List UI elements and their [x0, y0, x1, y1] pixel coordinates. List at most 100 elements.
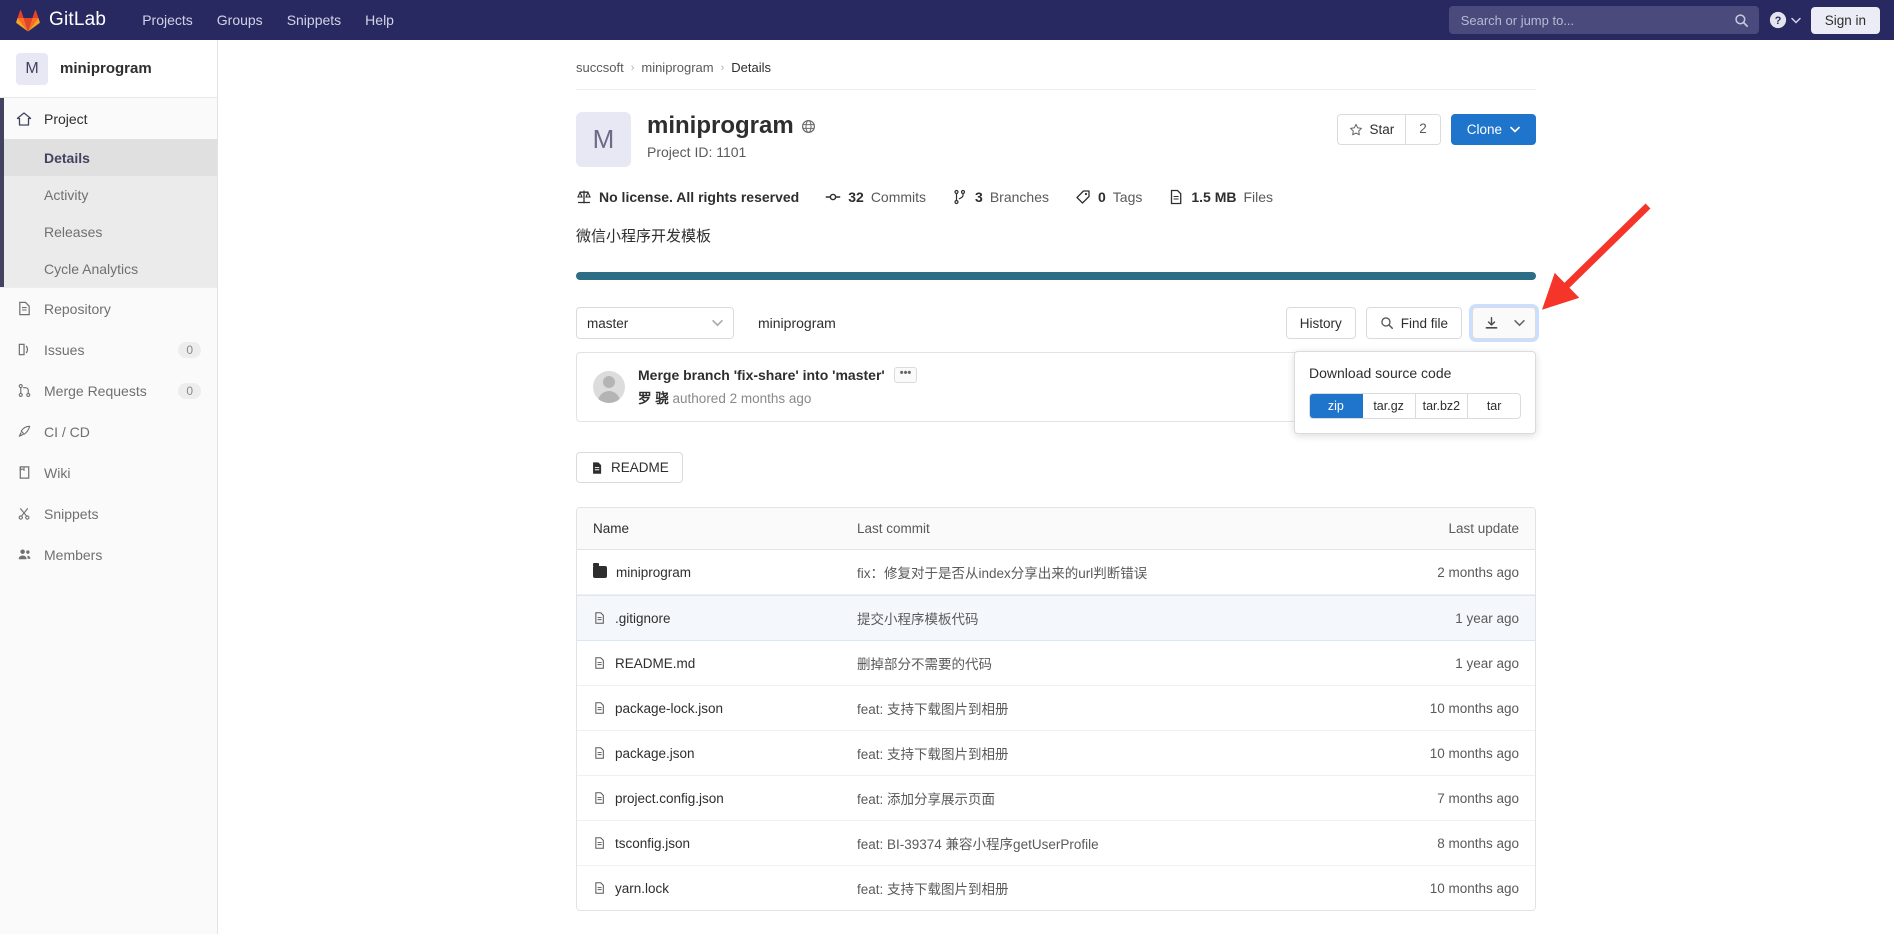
- breadcrumb-item-project[interactable]: miniprogram: [641, 60, 713, 75]
- sidebar-item-project[interactable]: Project: [0, 98, 217, 139]
- download-button-group[interactable]: [1472, 307, 1536, 339]
- breadcrumb: succsoft › miniprogram › Details: [576, 54, 1536, 90]
- table-row[interactable]: README.md 删掉部分不需要的代码 1 year ago: [577, 641, 1535, 686]
- history-button[interactable]: History: [1285, 307, 1356, 339]
- file-name-link[interactable]: README.md: [615, 656, 695, 671]
- star-button-group[interactable]: Star 2: [1337, 114, 1441, 145]
- global-search-box[interactable]: [1448, 6, 1759, 34]
- clone-button[interactable]: Clone: [1450, 114, 1536, 145]
- file-icon: [595, 747, 604, 759]
- repository-path[interactable]: miniprogram: [758, 315, 836, 331]
- file-name-link[interactable]: package.json: [615, 746, 695, 761]
- sidebar-item-releases[interactable]: Releases: [0, 213, 217, 250]
- download-format-zip[interactable]: zip: [1310, 394, 1363, 418]
- file-name-link[interactable]: .gitignore: [615, 611, 671, 626]
- branch-icon: [954, 189, 966, 205]
- sidebar-item-repository[interactable]: Repository: [0, 288, 217, 329]
- content-container: succsoft › miniprogram › Details M minip…: [576, 40, 1536, 934]
- sidebar-item-wiki[interactable]: Wiki: [0, 452, 217, 493]
- file-row-commit-cell[interactable]: feat: 支持下载图片到相册: [857, 743, 1379, 763]
- readme-anchor-button[interactable]: README: [576, 452, 683, 483]
- sidebar-item-ci-cd[interactable]: CI / CD: [0, 411, 217, 452]
- file-row-name-cell: package.json: [593, 746, 857, 761]
- sidebar-item-label-merge-requests: Merge Requests: [44, 382, 147, 399]
- readme-anchor-label: README: [611, 460, 669, 475]
- download-source-code-dropdown: Download source code zip tar.gz tar.bz2 …: [1294, 351, 1536, 434]
- download-caret-button[interactable]: [1510, 319, 1535, 327]
- nav-link-groups[interactable]: Groups: [205, 0, 275, 40]
- last-commit-info: Merge branch 'fix-share' into 'master' •…: [638, 367, 918, 407]
- download-format-tar[interactable]: tar: [1468, 394, 1520, 418]
- star-count[interactable]: 2: [1405, 115, 1440, 144]
- file-name-link[interactable]: package-lock.json: [615, 701, 723, 716]
- table-row[interactable]: tsconfig.json feat: BI-39374 兼容小程序getUse…: [577, 821, 1535, 866]
- stat-commits-count: 32: [848, 189, 864, 205]
- sidebar-project-header[interactable]: M miniprogram: [0, 40, 217, 98]
- nav-link-projects[interactable]: Projects: [130, 0, 205, 40]
- sign-in-button[interactable]: Sign in: [1810, 6, 1880, 34]
- star-button[interactable]: Star: [1338, 115, 1405, 144]
- sidebar-item-details[interactable]: Details: [0, 139, 217, 176]
- file-name-link[interactable]: miniprogram: [616, 565, 691, 580]
- breadcrumb-item-group[interactable]: succsoft: [576, 60, 624, 75]
- last-commit-author[interactable]: 罗 骁: [638, 391, 669, 406]
- stat-files-label: Files: [1243, 189, 1274, 205]
- sidebar-item-members[interactable]: Members: [0, 534, 217, 575]
- download-format-targz[interactable]: tar.gz: [1362, 394, 1416, 418]
- file-name-link[interactable]: tsconfig.json: [615, 836, 690, 851]
- stat-license[interactable]: No license. All rights reserved: [576, 189, 799, 205]
- sidebar-project-name: miniprogram: [60, 60, 152, 77]
- breadcrumb-separator-2: ›: [720, 61, 725, 74]
- sidebar-subnav: Details Activity Releases Cycle Analytic…: [0, 139, 217, 287]
- file-icon: [595, 792, 604, 804]
- stat-branches-count: 3: [975, 189, 983, 205]
- file-row-update-cell: 7 months ago: [1437, 790, 1519, 806]
- scale-icon: [577, 190, 591, 204]
- table-row[interactable]: package.json feat: 支持下载图片到相册 10 months a…: [577, 731, 1535, 776]
- branch-selector[interactable]: master: [576, 307, 734, 339]
- book-icon: [16, 465, 32, 481]
- sidebar-item-merge-requests[interactable]: Merge Requests 0: [0, 370, 217, 411]
- download-button[interactable]: [1473, 316, 1510, 331]
- sidebar-item-issues[interactable]: Issues 0: [0, 329, 217, 370]
- stat-branches[interactable]: 3 Branches: [952, 189, 1049, 205]
- gitlab-logo[interactable]: GitLab: [16, 9, 106, 32]
- table-row[interactable]: project.config.json feat: 添加分享展示页面 7 mon…: [577, 776, 1535, 821]
- file-row-commit-cell[interactable]: feat: 添加分享展示页面: [857, 788, 1379, 808]
- download-format-tarbz2[interactable]: tar.bz2: [1415, 394, 1469, 418]
- commit-expand-button[interactable]: •••: [893, 367, 918, 383]
- top-navbar: GitLab Projects Groups Snippets Help ?: [0, 0, 1894, 40]
- sidebar-item-activity[interactable]: Activity: [0, 176, 217, 213]
- file-row-update-cell: 1 year ago: [1455, 610, 1519, 626]
- repository-toolbar-actions: History Find file Download source code z…: [1285, 307, 1536, 434]
- folder-icon: [593, 563, 607, 578]
- table-row[interactable]: miniprogram fix：修复对于是否从index分享出来的url判断错误…: [577, 550, 1535, 595]
- project-stats-row: No license. All rights reserved 32 Commi…: [576, 189, 1536, 205]
- search-input[interactable]: [1458, 11, 1734, 29]
- stat-commits[interactable]: 32 Commits: [825, 189, 926, 205]
- file-table-header-update: Last update: [1448, 521, 1519, 536]
- stat-tags[interactable]: 0 Tags: [1075, 189, 1142, 205]
- file-name-link[interactable]: project.config.json: [615, 791, 724, 806]
- nav-link-snippets[interactable]: Snippets: [275, 0, 353, 40]
- table-row[interactable]: yarn.lock feat: 支持下载图片到相册 10 months ago: [577, 866, 1535, 910]
- last-commit-message[interactable]: Merge branch 'fix-share' into 'master': [638, 367, 885, 383]
- stat-commits-label: Commits: [870, 189, 927, 205]
- sidebar-item-snippets[interactable]: Snippets: [0, 493, 217, 534]
- file-row-commit-cell[interactable]: feat: 支持下载图片到相册: [857, 878, 1379, 898]
- file-row-commit-cell[interactable]: 提交小程序模板代码: [857, 608, 1379, 628]
- find-file-button[interactable]: Find file: [1365, 307, 1462, 339]
- file-name-link[interactable]: yarn.lock: [615, 881, 669, 896]
- file-row-commit-cell[interactable]: feat: 支持下载图片到相册: [857, 698, 1379, 718]
- nav-link-help[interactable]: Help: [353, 0, 406, 40]
- sidebar-item-cycle-analytics[interactable]: Cycle Analytics: [0, 250, 217, 287]
- help-menu[interactable]: ?: [1769, 11, 1801, 29]
- stat-tags-label: Tags: [1112, 189, 1143, 205]
- table-row[interactable]: package-lock.json feat: 支持下载图片到相册 10 mon…: [577, 686, 1535, 731]
- file-row-commit-cell[interactable]: fix：修复对于是否从index分享出来的url判断错误: [857, 562, 1379, 582]
- file-row-commit-cell[interactable]: feat: BI-39374 兼容小程序getUserProfile: [857, 833, 1379, 853]
- table-row[interactable]: .gitignore 提交小程序模板代码 1 year ago: [577, 595, 1535, 641]
- file-row-commit-cell[interactable]: 删掉部分不需要的代码: [857, 653, 1379, 673]
- stat-files[interactable]: 1.5 MB Files: [1168, 189, 1273, 205]
- project-id-label: Project ID: 1101: [647, 144, 747, 160]
